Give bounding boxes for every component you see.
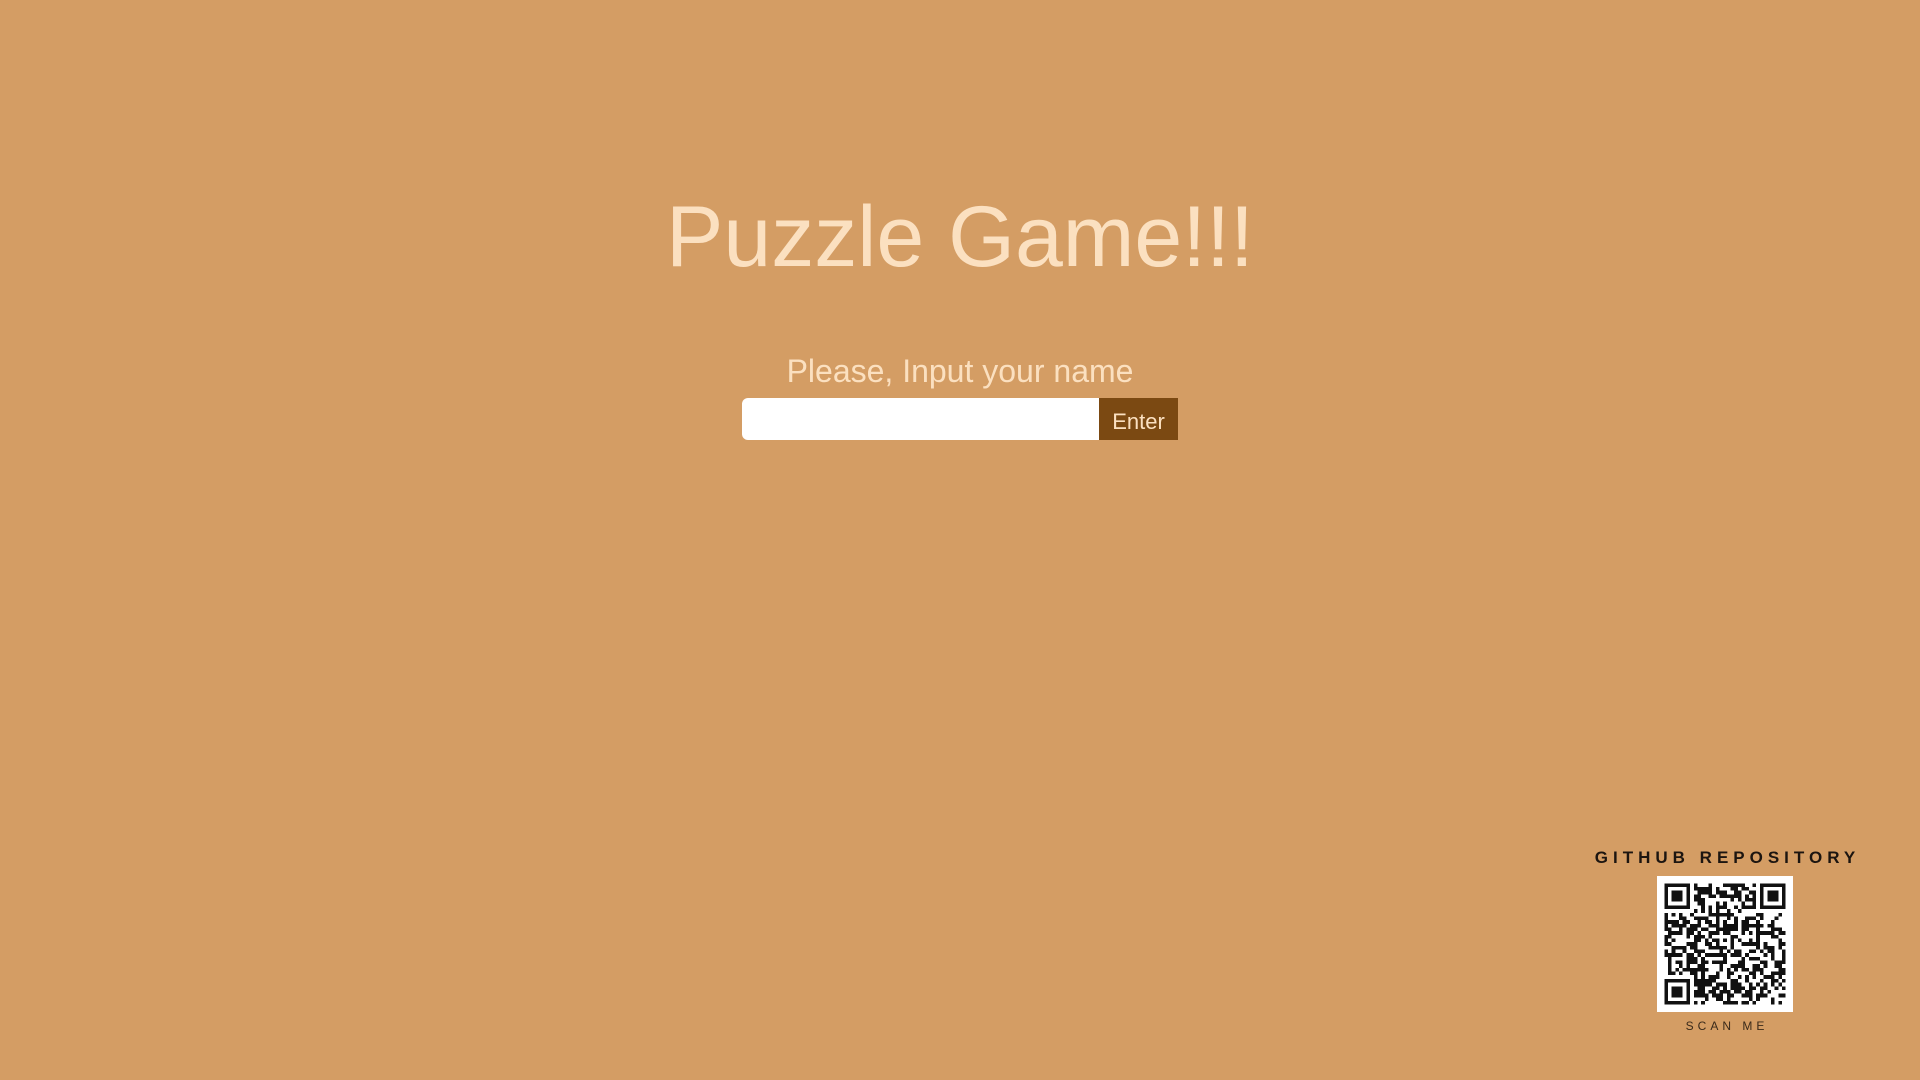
puzzle-start-screen: Puzzle Game!!! Please, Input your name E…	[0, 0, 1920, 1080]
name-form: Enter	[742, 398, 1178, 440]
enter-button[interactable]: Enter	[1099, 398, 1178, 440]
page-title: Puzzle Game!!!	[666, 189, 1254, 285]
name-input[interactable]	[742, 398, 1099, 440]
scan-me-label: SCAN ME	[1685, 1019, 1769, 1033]
qr-code-icon[interactable]	[1657, 876, 1793, 1012]
name-prompt-label: Please, Input your name	[786, 353, 1134, 389]
repo-title: GITHUB REPOSITORY	[1594, 848, 1861, 867]
github-repository-panel: GITHUB REPOSITORY SCAN ME	[1580, 844, 1870, 1036]
